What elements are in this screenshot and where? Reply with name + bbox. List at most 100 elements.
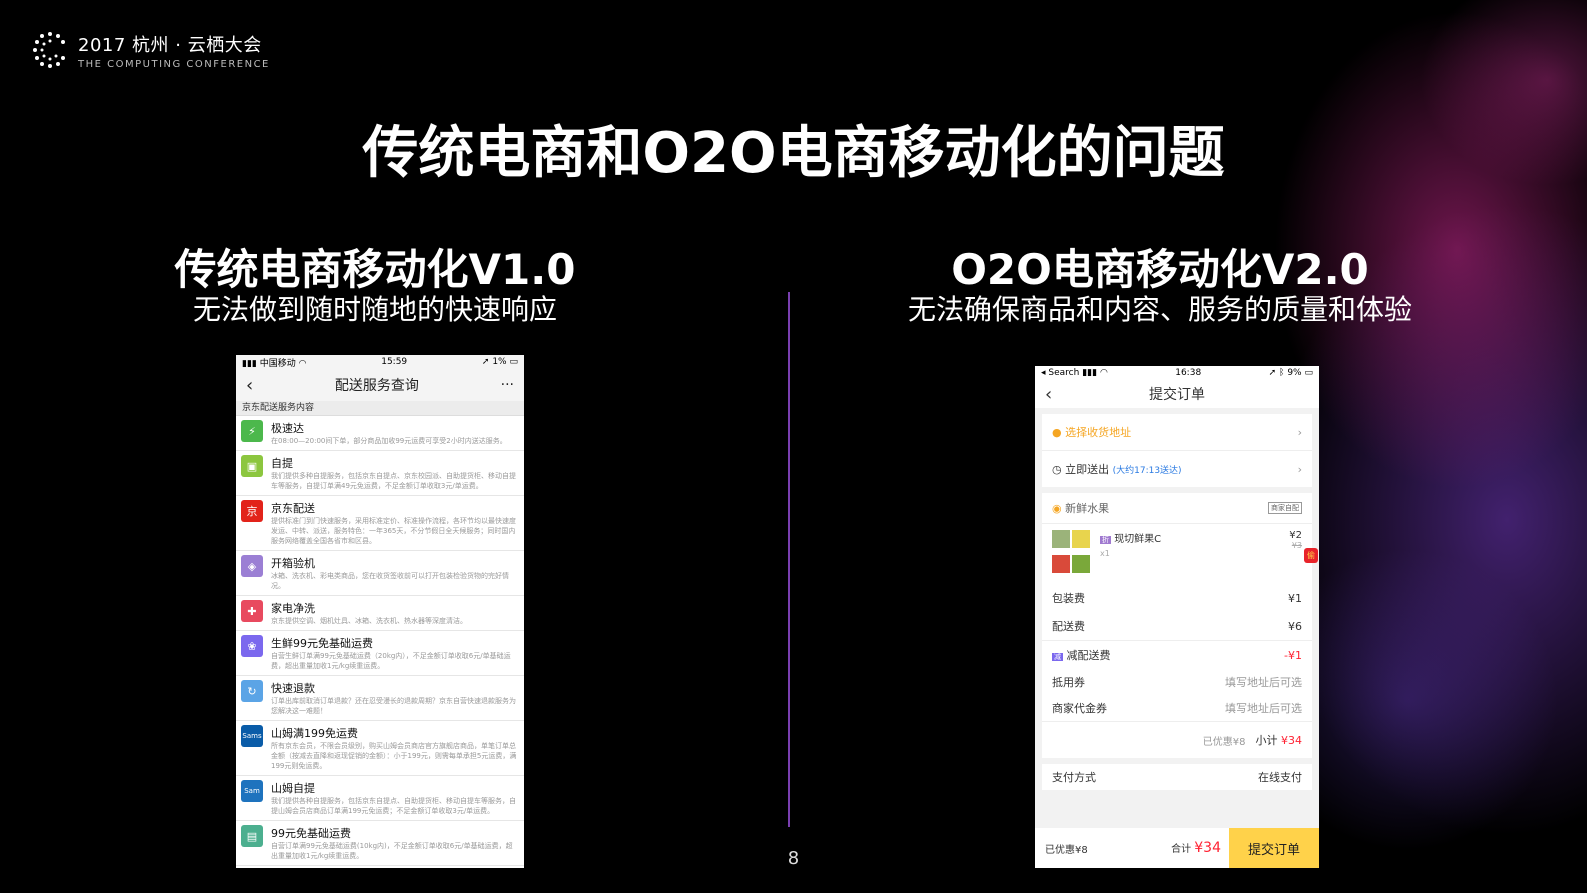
logo-sub-text: THE COMPUTING CONFERENCE	[78, 58, 270, 70]
service-list-item[interactable]: Sams 山姆满199免运费 所有京东会员，不限会员级别，购买山姆会员商店官方旗舰店…	[236, 721, 524, 776]
service-title: 山姆满199免运费	[271, 727, 358, 740]
service-list-item[interactable]: ⚡ 极速达 在08:00—20:00间下单，部分商品加收99元运费可享受2小时内送达…	[236, 416, 524, 451]
service-list: ⚡ 极速达 在08:00—20:00间下单，部分商品加收99元运费可享受2小时内送达…	[236, 416, 524, 866]
page-number: 8	[787, 848, 800, 869]
bluetooth-icon: ᛒ	[1279, 368, 1285, 378]
fruit-thumb-icon	[1072, 555, 1090, 573]
ship-value: ¥6	[1288, 619, 1302, 633]
nav-bar: ‹ 提交订单	[1035, 380, 1319, 408]
shop-logo-icon: ◉	[1052, 502, 1062, 515]
back-chevron-icon[interactable]: ‹	[1045, 384, 1052, 405]
service-text: 开箱验机 冰箱、洗衣机、彩电类商品，您在收货签收前可以打开包装检验货物的完好情况。	[271, 555, 519, 591]
service-text: 快速退款 订单出库前取消订单退款？还在忍受漫长的退款周期？京东自营快速退款服务为您…	[271, 680, 519, 716]
battery-icon: ▭	[509, 357, 518, 367]
carrier-label: 中国移动	[259, 358, 296, 369]
battery-icon: ▭	[1304, 368, 1313, 378]
payment-card[interactable]: 支付方式 在线支付	[1042, 764, 1312, 790]
chevron-right-icon: ›	[1297, 462, 1302, 476]
service-text: 生鲜99元免基础运费自营生鲜订单满99元免基础运费（20kg内），不足金额订单收…	[271, 635, 519, 671]
column-divider	[788, 292, 790, 827]
service-icon: ▣	[241, 455, 263, 477]
jd-delivery-screenshot: ▮▮▮ 中国移动 ◠ 15:59 ➚ 1% ▭ ‹ 配送服务查询 ··· 京东配…	[236, 355, 524, 868]
service-list-item[interactable]: ◈ 开箱验机 冰箱、洗衣机、彩电类商品，您在收货签收前可以打开包装检验货物的完好情况…	[236, 551, 524, 596]
battery-level: 1%	[492, 357, 507, 367]
back-to-app-icon[interactable]: ◂	[1041, 368, 1046, 378]
service-icon: ↻	[241, 680, 263, 702]
nav-title: 提交订单	[1149, 387, 1205, 403]
clock: 16:38	[1175, 368, 1202, 378]
right-subheading: 无法确保商品和内容、服务的质量和体验	[907, 293, 1412, 326]
reduce-label: 减配送费	[1066, 649, 1111, 662]
status-bar: ▮▮▮ 中国移动 ◠ 15:59 ➚ 1% ▭	[236, 355, 524, 369]
service-description: 京东提供空调、烟机灶具、冰箱、洗衣机、热水器等深度清洁。	[271, 617, 467, 625]
service-description: 自营生鲜订单满99元免基础运费（20kg内），不足金额订单收取6元/单基础运费，…	[271, 652, 511, 670]
page-title: 传统电商和O2O电商移动化的问题	[362, 121, 1225, 186]
pack-label: 包装费	[1052, 592, 1085, 605]
pack-value: ¥1	[1288, 591, 1302, 605]
left-subheading: 无法做到随时随地的快速响应	[192, 293, 557, 326]
order-submit-screenshot: ◂ Search ▮▮▮ ◠ 16:38 ➚ ᛒ 9% ▭ ‹ 提交订单 ● 选…	[1035, 366, 1319, 868]
service-description: 在08:00—20:00间下单，部分商品加收99元运费可享受2小时内送达服务。	[271, 437, 507, 445]
service-title: 生鲜99元免基础运费	[271, 637, 373, 650]
service-list-item[interactable]: 京京东配送提供标准门到门快速服务，采用标准定价、标准操作流程，各环节均以最快速度…	[236, 496, 524, 551]
service-icon: 京	[241, 500, 263, 522]
service-list-item[interactable]: Sam 山姆自提 我们提供各种自提服务，包括京东自提点、自助提货柜、移动自提车等服务…	[236, 776, 524, 821]
service-list-item[interactable]: ❀ 生鲜99元免基础运费 自营生鲜订单满99元免基础运费（20kg内），不足金额订单…	[236, 631, 524, 676]
pay-label: 支付方式	[1052, 771, 1096, 784]
delivery-label: 立即送出	[1065, 463, 1110, 476]
wifi-icon: ◠	[1099, 368, 1108, 378]
select-address-row[interactable]: ● 选择收货地址 ›	[1042, 414, 1312, 451]
payment-method-row[interactable]: 支付方式 在线支付	[1042, 764, 1312, 790]
conference-logo: 2017 杭州 · 云栖大会 THE COMPUTING CONFERENCE	[30, 30, 270, 70]
packaging-fee-row: 包装费 ¥1	[1042, 584, 1312, 612]
nav-bar: ‹ 配送服务查询 ···	[236, 369, 524, 401]
shop-badge: 商家自配	[1268, 502, 1302, 514]
service-description: 订单出库前取消订单退款？还在忍受漫长的退款周期？京东自营快速退款服务为您解决这一…	[271, 697, 516, 715]
ship-label: 配送费	[1052, 620, 1085, 633]
service-list-item[interactable]: ▣ 自提 我们提供多种自提服务，包括京东自提点、京东校园派、自助提货柜、移动自提车等…	[236, 451, 524, 496]
more-menu-icon[interactable]: ···	[501, 377, 514, 393]
service-title: 京东配送	[271, 502, 315, 515]
fruit-thumb-icon	[1052, 530, 1070, 548]
back-app-label[interactable]: Search	[1048, 368, 1079, 378]
subtotal-label: 小计	[1255, 734, 1278, 747]
service-title: 家电净洗	[271, 602, 315, 615]
promo-badge[interactable]: 偷	[1304, 548, 1318, 563]
nav-title: 配送服务查询	[334, 378, 419, 394]
service-description: 我们提供各种自提服务，包括京东自提点、自助提货柜、移动自提车等服务，自提山姆会员…	[271, 797, 516, 815]
signal-icon: ▮▮▮	[242, 358, 257, 369]
service-text: 家电净洗京东提供空调、烟机灶具、冰箱、洗衣机、热水器等深度清洁。	[271, 600, 519, 626]
service-text: 自提 我们提供多种自提服务，包括京东自提点、京东校园派、自助提货柜、移动自提车等服…	[271, 455, 519, 491]
clock-icon: ◷	[1052, 463, 1062, 476]
subtotal-row: 已优惠¥8 小计 ¥34	[1042, 722, 1312, 758]
service-text: 极速达 在08:00—20:00间下单，部分商品加收99元运费可享受2小时内送达服…	[271, 420, 519, 446]
signal-icon: ▮▮▮	[1082, 368, 1098, 378]
voucher-label: 商家代金券	[1052, 702, 1107, 715]
location-icon: ➚	[1268, 368, 1277, 378]
service-description: 我们提供多种自提服务，包括京东自提点、京东校园派、自助提货柜、移动自提车等服务，…	[271, 472, 516, 490]
service-list-item[interactable]: ↻ 快速退款 订单出库前取消订单退款？还在忍受漫长的退款周期？京东自营快速退款服务为…	[236, 676, 524, 721]
service-title: 山姆自提	[271, 782, 315, 795]
service-description: 提供标准门到门快速服务，采用标准定价、标准操作流程，各环节均以最快速度发运、中转…	[271, 517, 516, 545]
product-thumbnails	[1052, 530, 1092, 578]
delivery-time-row[interactable]: ◷ 立即送出 (大约17:13送达) ›	[1042, 451, 1312, 487]
product-price: ¥2	[1289, 530, 1302, 541]
voucher-value: 填写地址后可选	[1225, 702, 1302, 715]
service-icon: ✚	[241, 600, 263, 622]
voucher-row[interactable]: 商家代金券 填写地址后可选	[1042, 695, 1312, 722]
chevron-right-icon: ›	[1297, 425, 1302, 439]
location-icon: ➚	[481, 357, 490, 367]
service-title: 99元免基础运费	[271, 827, 351, 840]
delivery-eta: (大约17:13送达)	[1112, 466, 1182, 476]
service-text: 山姆自提我们提供各种自提服务，包括京东自提点、自助提货柜、移动自提车等服务，自提…	[271, 780, 519, 816]
reduce-shipping-row: 减 减配送费 -¥1	[1042, 641, 1312, 669]
product-row[interactable]: 折 现切鲜果C x1 ¥2 ¥3 偷	[1042, 524, 1318, 584]
service-list-item[interactable]: ✚ 家电净洗京东提供空调、烟机灶具、冰箱、洗衣机、热水器等深度清洁。	[236, 596, 524, 631]
product-qty: x1	[1100, 549, 1110, 558]
select-address-label: 选择收货地址	[1065, 426, 1132, 439]
back-chevron-icon[interactable]: ‹	[246, 375, 253, 396]
coupon-row[interactable]: 抵用券 填写地址后可选	[1042, 669, 1312, 695]
pay-value: 在线支付	[1258, 771, 1302, 784]
shop-row: ◉ 新鲜水果 商家自配	[1042, 493, 1312, 524]
product-original-price: ¥3	[1291, 541, 1302, 550]
